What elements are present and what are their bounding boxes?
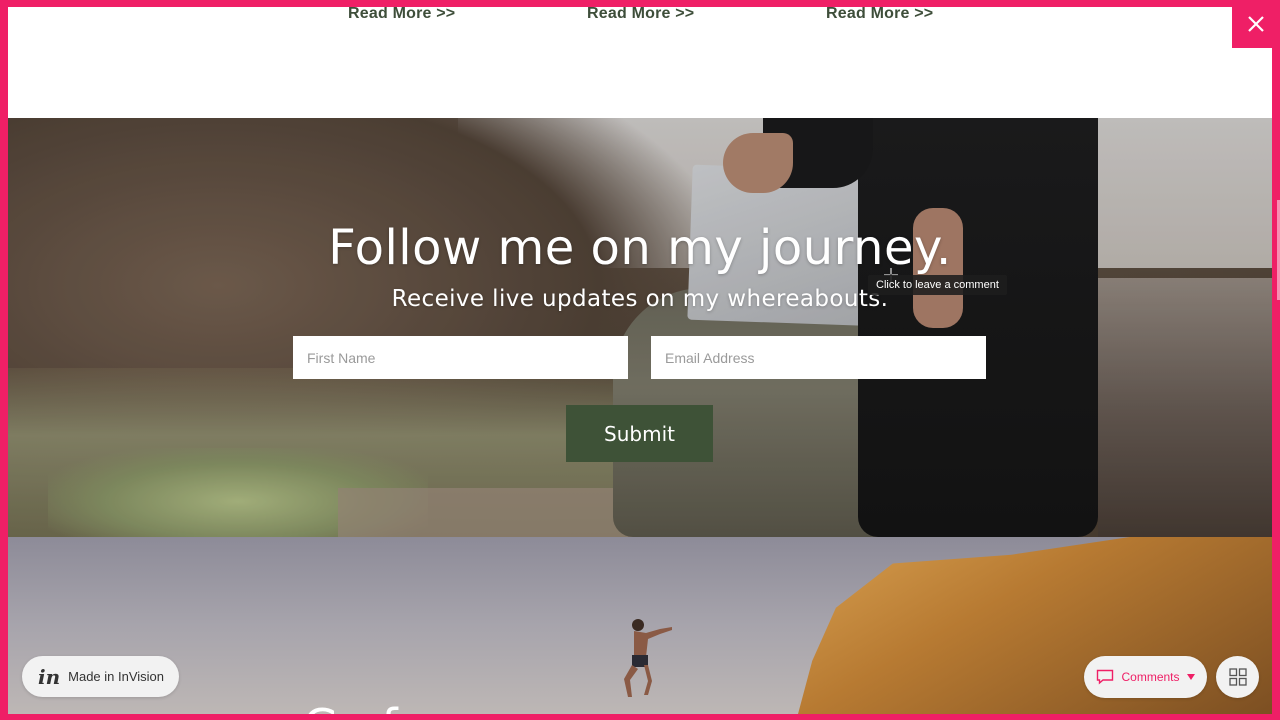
articles-footer-row: Read More >> Read More >> Read More >> xyxy=(8,7,1272,118)
section-title-partial: Go fo xyxy=(303,699,426,714)
adventure-image-section: Go fo xyxy=(8,537,1272,714)
signup-subtitle: Receive live updates on my whereabouts. xyxy=(391,286,889,312)
read-more-link-2[interactable]: Read More >> xyxy=(587,7,694,23)
newsletter-signup-section: Follow me on my journey. Receive live up… xyxy=(8,118,1272,537)
comment-tooltip: Click to leave a comment xyxy=(868,275,1007,295)
read-more-link-3[interactable]: Read More >> xyxy=(826,7,933,23)
comments-toggle-button[interactable]: Comments xyxy=(1084,656,1207,698)
read-more-link-1[interactable]: Read More >> xyxy=(348,7,455,23)
prototype-page: Read More >> Read More >> Read More >> F… xyxy=(8,7,1272,714)
invision-logo-icon: in xyxy=(38,664,61,689)
caret-down-icon xyxy=(1186,674,1195,680)
invision-badge-label: Made in InVision xyxy=(68,669,165,684)
jumping-person-image xyxy=(624,619,672,697)
first-name-input[interactable] xyxy=(293,336,628,379)
close-icon xyxy=(1248,16,1264,32)
grid-icon xyxy=(1228,668,1247,686)
comment-bubble-icon xyxy=(1097,669,1114,685)
comments-label: Comments xyxy=(1121,670,1180,684)
made-in-invision-badge[interactable]: in Made in InVision xyxy=(22,656,179,697)
screens-grid-button[interactable] xyxy=(1216,656,1259,698)
signup-title: Follow me on my journey. xyxy=(328,220,952,276)
email-address-input[interactable] xyxy=(651,336,986,379)
close-button[interactable] xyxy=(1232,0,1280,48)
submit-button[interactable]: Submit xyxy=(566,405,713,462)
hero-overlay xyxy=(8,118,1272,537)
